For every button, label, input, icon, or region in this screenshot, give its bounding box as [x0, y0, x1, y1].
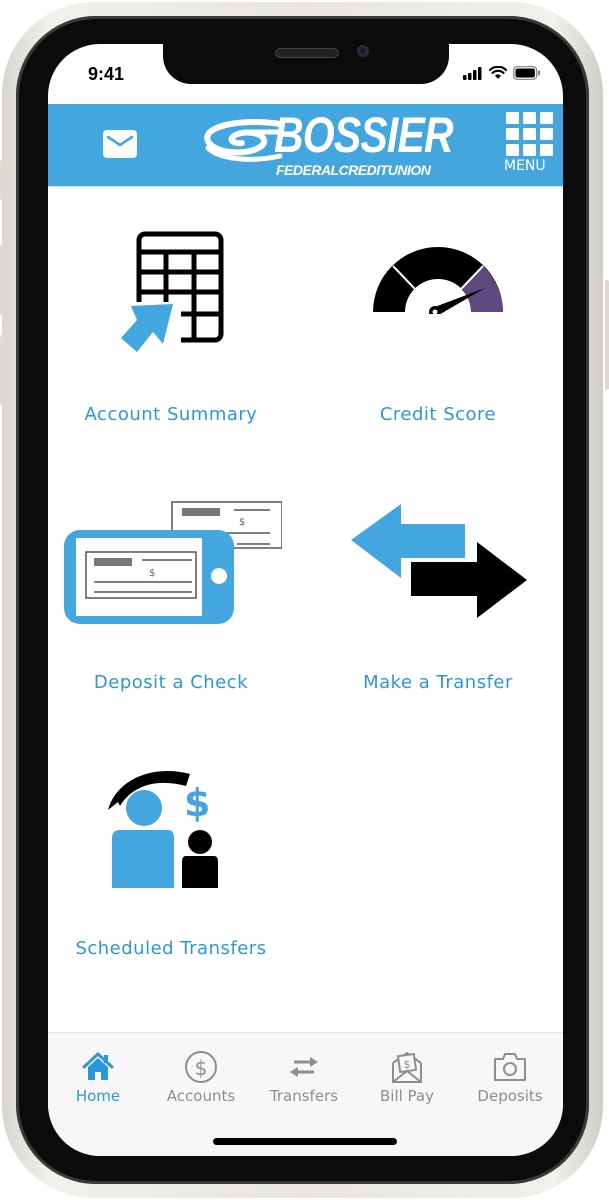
gauge-icon — [373, 247, 503, 314]
wifi-icon — [489, 66, 507, 79]
phone-check-icon: $ $ — [64, 501, 282, 624]
front-camera — [357, 45, 369, 57]
tile-label: Make a Transfer — [363, 672, 513, 693]
volume-up-button — [0, 245, 4, 315]
battery-icon — [513, 66, 540, 80]
tile-label: Credit Score — [379, 404, 497, 425]
notch — [163, 44, 449, 84]
bill-envelope-icon: $ — [392, 1051, 422, 1083]
volume-down-button — [0, 335, 4, 405]
transfer-arrows-icon — [351, 504, 527, 618]
spreadsheet-arrow-icon — [111, 231, 224, 354]
home-icon — [82, 1052, 114, 1080]
signal-icon — [463, 66, 482, 80]
swirl-logo-icon — [204, 119, 283, 162]
brand-name: BOSSIER — [274, 107, 454, 163]
svg-text:$: $ — [195, 1056, 208, 1080]
mail-icon — [106, 135, 134, 147]
tab-bill-pay[interactable]: $ Bill Pay — [357, 1049, 457, 1105]
tile-make-transfer[interactable]: Make a Transfer — [323, 494, 553, 704]
tile-deposit-check[interactable]: $ $ Deposit a Check — [56, 494, 286, 704]
phone-screen: 9:41 BOSSIER FEDERALCREDITUNION MENU Acc… — [48, 44, 563, 1156]
speaker — [275, 48, 339, 58]
mail-button[interactable] — [103, 130, 137, 158]
brand-subtitle: FEDERALCREDITUNION — [276, 162, 431, 178]
tile-label: Scheduled Transfers — [75, 938, 267, 959]
menu-button[interactable]: MENU — [504, 112, 554, 184]
tab-deposits[interactable]: Deposits — [460, 1049, 560, 1105]
tab-label: Transfers — [269, 1087, 339, 1105]
tile-account-summary[interactable]: Account Summary — [56, 224, 286, 434]
menu-label: MENU — [504, 158, 546, 174]
tab-home[interactable]: Home — [48, 1049, 148, 1105]
tab-label: Accounts — [166, 1087, 236, 1105]
svg-text:$: $ — [404, 1058, 411, 1071]
transfer-icon — [290, 1057, 318, 1077]
svg-text:$: $ — [239, 517, 245, 528]
power-button — [605, 280, 609, 390]
svg-text:$: $ — [149, 568, 155, 579]
grid-menu-icon — [506, 112, 554, 156]
tab-label: Deposits — [477, 1087, 543, 1105]
tab-label: Bill Pay — [379, 1087, 434, 1105]
svg-text:$: $ — [184, 781, 210, 825]
tile-scheduled-transfers[interactable]: $ Scheduled Transfers — [56, 760, 286, 970]
status-time: 9:41 — [88, 64, 125, 84]
camera-icon — [494, 1053, 526, 1081]
mute-switch — [0, 160, 4, 200]
people-dollar-icon: $ — [108, 771, 218, 888]
brand-logo: BOSSIER FEDERALCREDITUNION — [204, 107, 454, 182]
tile-credit-score[interactable]: Credit Score — [323, 224, 553, 434]
tile-label: Account Summary — [84, 404, 258, 425]
app-header: BOSSIER FEDERALCREDITUNION MENU — [48, 104, 563, 187]
tile-label: Deposit a Check — [93, 672, 249, 693]
tab-label: Home — [75, 1087, 121, 1105]
dollar-circle-icon: $ — [185, 1051, 217, 1083]
home-indicator[interactable] — [213, 1138, 397, 1145]
status-icons — [463, 66, 541, 80]
tab-transfers[interactable]: Transfers — [254, 1049, 354, 1105]
tab-accounts[interactable]: $ Accounts — [151, 1049, 251, 1105]
